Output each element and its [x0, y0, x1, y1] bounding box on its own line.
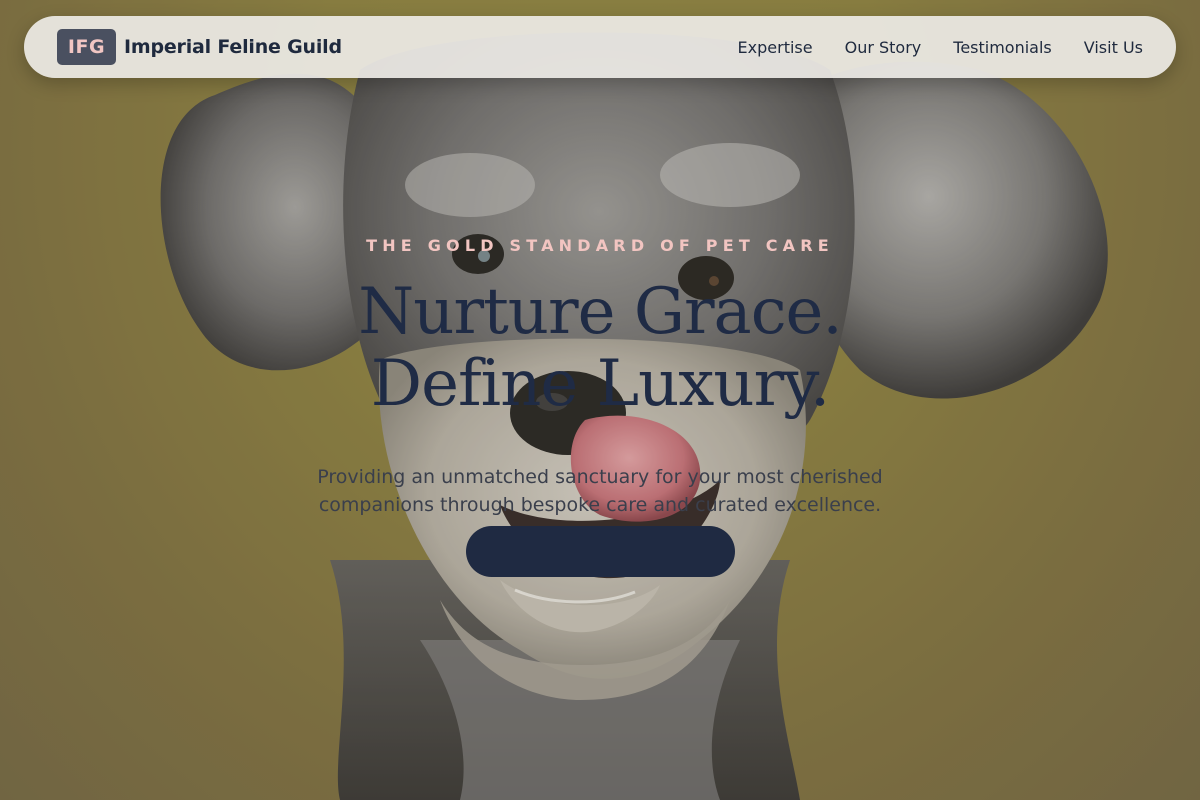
hero-headline-line-2: Define Luxury. — [370, 347, 830, 421]
hero-subtitle: Providing an unmatched sanctuary for you… — [317, 466, 883, 516]
hero-section: THE GOLD STANDARD OF PET CARE Nurture Gr… — [0, 0, 1200, 800]
hero-headline-line-1: Nurture Grace. — [358, 275, 843, 349]
hero-eyebrow: THE GOLD STANDARD OF PET CARE — [366, 236, 834, 255]
hero-headline: Nurture Grace. Define Luxury. — [300, 276, 900, 420]
hero-cta-button[interactable] — [466, 526, 735, 577]
